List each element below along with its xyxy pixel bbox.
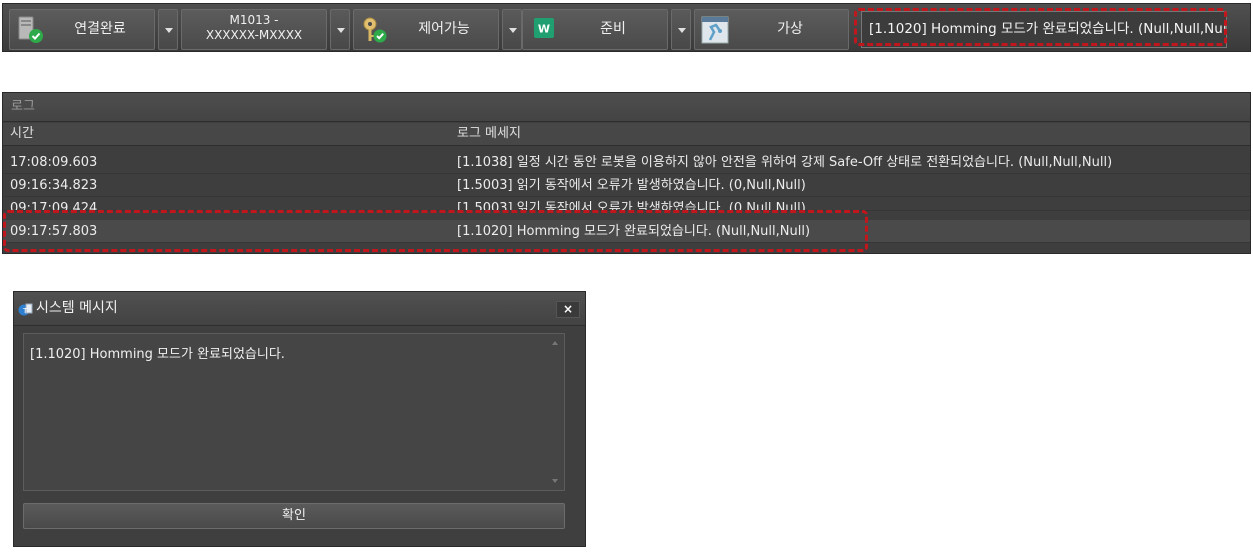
status-toolbar: 연결완료 M1013 - XXXXXX-MXXXX 제어가능 W 준비 가상 [… bbox=[0, 0, 1253, 56]
ok-button[interactable]: 확인 bbox=[23, 503, 565, 529]
robot-model-line1: M1013 - bbox=[229, 13, 279, 27]
server-connected-icon bbox=[18, 16, 43, 43]
dialog-title-bar[interactable]: T 시스템 메시지 × bbox=[14, 292, 585, 326]
model-dropdown-button[interactable] bbox=[330, 9, 350, 50]
connection-dropdown-button[interactable] bbox=[158, 9, 178, 50]
chevron-down-icon bbox=[678, 28, 686, 33]
key-check-icon bbox=[363, 17, 387, 43]
status-message-field: [1.1020] Homming 모드가 완료되었습니다. (Null,Null… bbox=[861, 11, 1227, 48]
control-status-button[interactable]: 제어가능 bbox=[353, 9, 499, 50]
chevron-down-icon bbox=[509, 28, 517, 33]
log-message: [1.5003] 읽기 동작에서 오류가 발생하였습니다. (0,Null,Nu… bbox=[457, 178, 806, 193]
robot-model-button[interactable]: M1013 - XXXXXX-MXXXX bbox=[181, 9, 327, 50]
system-message-dialog: T 시스템 메시지 × [1.1020] Homming 모드가 완료되었습니다… bbox=[13, 291, 586, 547]
connection-status-label: 연결완료 bbox=[74, 21, 126, 37]
state-dropdown-button[interactable] bbox=[671, 9, 691, 50]
w-badge-icon: W bbox=[534, 18, 554, 38]
column-header-time[interactable]: 시간 bbox=[10, 123, 34, 145]
svg-text:W: W bbox=[538, 23, 550, 36]
control-dropdown-button[interactable] bbox=[502, 9, 522, 50]
robot-model-line2: XXXXXX-MXXXX bbox=[205, 28, 303, 42]
robot-state-button[interactable]: W 준비 bbox=[522, 9, 668, 50]
scroll-up-icon[interactable] bbox=[552, 341, 558, 345]
app-icon: T bbox=[18, 303, 33, 316]
connection-status-button[interactable]: 연결완료 bbox=[9, 9, 155, 50]
log-row[interactable]: 17:08:09.603 [1.1038] 일정 시간 동안 로봇을 이용하지 … bbox=[3, 151, 1250, 174]
mode-status-button[interactable]: 가상 bbox=[694, 9, 849, 50]
log-message: [1.1038] 일정 시간 동안 로봇을 이용하지 않아 안전을 위하여 강제… bbox=[457, 155, 1113, 170]
close-icon[interactable]: × bbox=[556, 301, 580, 318]
robot-state-label: 준비 bbox=[600, 21, 626, 37]
log-table-header: 시간 로그 메세지 bbox=[3, 123, 1250, 146]
log-row[interactable]: 09:17:09.424 [1.5003] 읽기 동작에서 오류가 발생하였습니… bbox=[3, 197, 1250, 211]
log-message: [1.1020] Homming 모드가 완료되었습니다. (Null,Null… bbox=[457, 224, 811, 239]
robot-model-label: M1013 - XXXXXX-MXXXX bbox=[182, 13, 326, 43]
log-time: 17:08:09.603 bbox=[10, 155, 98, 170]
svg-text:T: T bbox=[22, 307, 28, 315]
mode-status-label: 가상 bbox=[777, 21, 803, 37]
log-time: 09:16:34.823 bbox=[10, 178, 98, 193]
dialog-scrollbar[interactable] bbox=[547, 333, 565, 491]
dialog-title: 시스템 메시지 bbox=[36, 300, 118, 316]
log-time: 09:17:09.424 bbox=[10, 201, 98, 211]
control-status-label: 제어가능 bbox=[418, 21, 470, 37]
scroll-down-icon[interactable] bbox=[552, 479, 558, 483]
log-message: [1.5003] 읽기 동작에서 오류가 발생하였습니다. (0,Null,Nu… bbox=[457, 201, 806, 211]
chevron-down-icon bbox=[165, 28, 173, 33]
dialog-message-text: [1.1020] Homming 모드가 완료되었습니다. bbox=[23, 333, 565, 491]
log-panel: 로그 시간 로그 메세지 17:08:09.603 [1.1038] 일정 시간… bbox=[2, 92, 1251, 254]
virtual-robot-icon bbox=[701, 16, 729, 44]
chevron-down-icon bbox=[337, 28, 345, 33]
toolbar-bar: 연결완료 M1013 - XXXXXX-MXXXX 제어가능 W 준비 가상 [… bbox=[2, 3, 1251, 52]
log-panel-title: 로그 bbox=[3, 93, 1250, 122]
log-time: 09:17:57.803 bbox=[10, 224, 98, 239]
log-row[interactable]: 09:16:34.823 [1.5003] 읽기 동작에서 오류가 발생하였습니… bbox=[3, 174, 1250, 197]
column-header-message[interactable]: 로그 메세지 bbox=[457, 123, 521, 145]
log-row-selected[interactable]: 09:17:57.803 [1.1020] Homming 모드가 완료되었습니… bbox=[3, 220, 1250, 243]
